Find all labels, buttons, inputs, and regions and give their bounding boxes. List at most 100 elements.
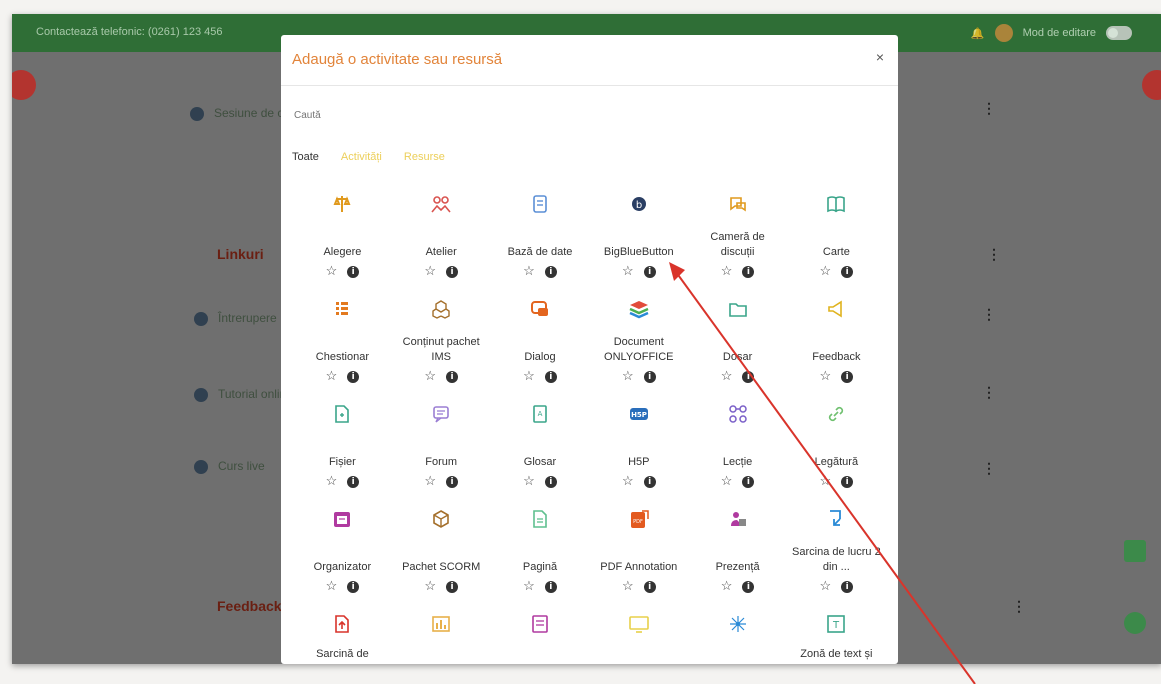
- info-icon[interactable]: i: [643, 266, 656, 278]
- activity-item[interactable]: Feedback ☆ i: [787, 292, 886, 397]
- activity-item[interactable]: PDF PDF Annotation ☆ i: [589, 502, 688, 607]
- star-icon[interactable]: ☆: [523, 368, 535, 383]
- info-icon[interactable]: i: [347, 581, 360, 593]
- info-icon[interactable]: i: [841, 581, 854, 593]
- star-icon[interactable]: ☆: [523, 578, 535, 593]
- info-icon[interactable]: i: [446, 581, 459, 593]
- activity-item[interactable]: Carte ☆ i: [787, 187, 886, 292]
- info-icon[interactable]: i: [643, 581, 656, 593]
- info-icon[interactable]: i: [643, 476, 656, 488]
- tab-resources[interactable]: Resurse: [404, 151, 445, 163]
- activity-item[interactable]: [392, 607, 491, 664]
- more-menu-icon[interactable]: ⋮: [982, 384, 996, 401]
- scheduler-icon: [334, 512, 351, 527]
- activity-item[interactable]: Forum ☆ i: [392, 397, 491, 502]
- activity-item[interactable]: Fișier ☆ i: [293, 397, 392, 502]
- activity-item[interactable]: Dosar ☆ i: [688, 292, 787, 397]
- activity-item[interactable]: [589, 607, 688, 664]
- activity-item[interactable]: Sarcina de lucru 2 din ... ☆ i: [787, 502, 886, 607]
- star-icon[interactable]: ☆: [820, 578, 832, 593]
- search-input[interactable]: [292, 103, 876, 127]
- activity-item[interactable]: b BigBlueButton ☆ i: [589, 187, 688, 292]
- star-icon[interactable]: ☆: [424, 263, 436, 278]
- activity-item[interactable]: T Zonă de text și: [787, 607, 886, 664]
- info-icon[interactable]: i: [841, 371, 854, 383]
- activity-item[interactable]: Chestionar ☆ i: [293, 292, 392, 397]
- info-icon[interactable]: i: [446, 266, 459, 278]
- star-icon[interactable]: ☆: [424, 578, 436, 593]
- info-icon[interactable]: i: [544, 581, 557, 593]
- star-icon[interactable]: ☆: [820, 263, 832, 278]
- star-icon[interactable]: ☆: [721, 368, 733, 383]
- star-icon[interactable]: ☆: [424, 368, 436, 383]
- activity-item[interactable]: [491, 607, 590, 664]
- star-icon[interactable]: ☆: [721, 263, 733, 278]
- star-icon[interactable]: ☆: [721, 578, 733, 593]
- star-icon[interactable]: ☆: [622, 473, 634, 488]
- info-icon[interactable]: i: [742, 266, 755, 278]
- activity-item[interactable]: Prezență ☆ i: [688, 502, 787, 607]
- bell-icon[interactable]: 🔔: [971, 27, 985, 40]
- activity-item[interactable]: Pagină ☆ i: [491, 502, 590, 607]
- activity-item[interactable]: Pachet SCORM ☆ i: [392, 502, 491, 607]
- info-icon[interactable]: i: [446, 476, 459, 488]
- activity-item[interactable]: Alegere ☆ i: [293, 187, 392, 292]
- more-menu-icon[interactable]: ⋮: [982, 100, 996, 117]
- close-icon[interactable]: ×: [876, 49, 884, 65]
- activity-item[interactable]: Conținut pachet IMS ☆ i: [392, 292, 491, 397]
- drawer-toggle-right[interactable]: [1142, 70, 1161, 100]
- scroll-top-button[interactable]: [1124, 540, 1146, 562]
- info-icon[interactable]: i: [544, 371, 557, 383]
- avatar[interactable]: [994, 24, 1013, 42]
- more-menu-icon[interactable]: ⋮: [982, 460, 996, 477]
- star-icon[interactable]: ☆: [523, 473, 535, 488]
- more-menu-icon[interactable]: ⋮: [1012, 598, 1026, 615]
- info-icon[interactable]: i: [544, 476, 557, 488]
- tab-all[interactable]: Toate: [292, 151, 319, 163]
- info-icon[interactable]: i: [742, 581, 755, 593]
- more-menu-icon[interactable]: ⋮: [982, 306, 996, 323]
- star-icon[interactable]: ☆: [622, 578, 634, 593]
- star-icon[interactable]: ☆: [820, 368, 832, 383]
- info-icon[interactable]: i: [742, 371, 755, 383]
- info-icon[interactable]: i: [841, 266, 854, 278]
- activity-item[interactable]: A Glosar ☆ i: [491, 397, 590, 502]
- star-icon[interactable]: ☆: [326, 473, 338, 488]
- activity-item[interactable]: Cameră de discuții ☆ i: [688, 187, 787, 292]
- star-icon[interactable]: ☆: [721, 473, 733, 488]
- bg-row-label: Întrerupere: [218, 311, 277, 325]
- star-icon[interactable]: ☆: [820, 473, 832, 488]
- activity-item[interactable]: Document ONLYOFFICE ☆ i: [589, 292, 688, 397]
- help-button[interactable]: [1124, 612, 1146, 634]
- more-menu-icon[interactable]: ⋮: [987, 246, 1001, 263]
- info-icon[interactable]: i: [544, 266, 557, 278]
- activity-item[interactable]: H5P H5P ☆ i: [589, 397, 688, 502]
- bigbluebutton-icon: b: [631, 197, 646, 211]
- star-icon[interactable]: ☆: [424, 473, 436, 488]
- star-icon[interactable]: ☆: [326, 578, 338, 593]
- info-icon[interactable]: i: [841, 476, 854, 488]
- info-icon[interactable]: i: [347, 476, 360, 488]
- activity-item[interactable]: [688, 607, 787, 664]
- star-icon[interactable]: ☆: [326, 263, 338, 278]
- activity-item[interactable]: Atelier ☆ i: [392, 187, 491, 292]
- info-icon[interactable]: i: [347, 371, 360, 383]
- activity-item[interactable]: Lecție ☆ i: [688, 397, 787, 502]
- choice-icon: [333, 196, 351, 212]
- star-icon[interactable]: ☆: [622, 263, 634, 278]
- drawer-toggle-left[interactable]: [12, 70, 36, 100]
- info-icon[interactable]: i: [643, 371, 656, 383]
- star-icon[interactable]: ☆: [622, 368, 634, 383]
- activity-item[interactable]: Organizator ☆ i: [293, 502, 392, 607]
- star-icon[interactable]: ☆: [326, 368, 338, 383]
- info-icon[interactable]: i: [446, 371, 459, 383]
- activity-item[interactable]: Legătură ☆ i: [787, 397, 886, 502]
- activity-item[interactable]: Dialog ☆ i: [491, 292, 590, 397]
- info-icon[interactable]: i: [347, 266, 360, 278]
- activity-item[interactable]: Sarcină de: [293, 607, 392, 664]
- activity-item[interactable]: Bază de date ☆ i: [491, 187, 590, 292]
- info-icon[interactable]: i: [742, 476, 755, 488]
- edit-mode-toggle[interactable]: [1106, 26, 1132, 40]
- tab-activities[interactable]: Activități: [341, 151, 382, 163]
- star-icon[interactable]: ☆: [523, 263, 535, 278]
